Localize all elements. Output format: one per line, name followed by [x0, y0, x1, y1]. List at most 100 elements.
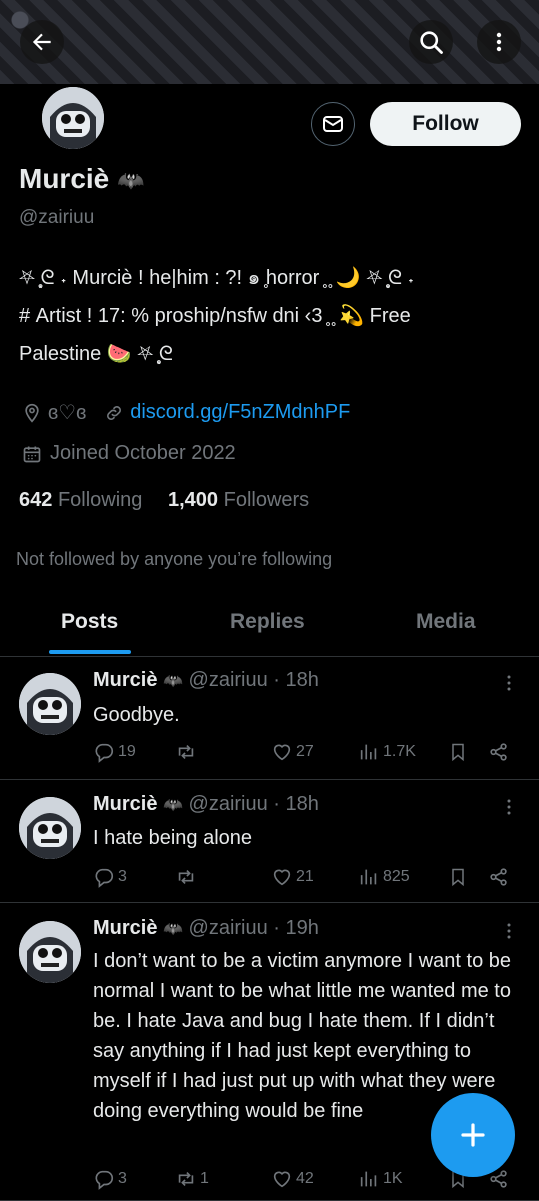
plus-icon — [461, 1123, 485, 1147]
reply-button[interactable]: 19 — [93, 738, 136, 766]
reply-count: 3 — [118, 1170, 127, 1187]
post-more-button[interactable] — [500, 673, 518, 693]
views-count: 825 — [383, 868, 410, 885]
share-button[interactable] — [488, 738, 510, 766]
following-link[interactable]: 642 Following — [19, 489, 142, 511]
avatar-image — [19, 673, 81, 735]
search-icon — [420, 31, 443, 54]
post-avatar[interactable] — [19, 797, 81, 859]
views-button[interactable]: 1.7K — [358, 738, 416, 766]
repost-button[interactable]: 1 — [175, 1165, 209, 1193]
reply-button[interactable]: 3 — [93, 863, 127, 891]
post-text: Goodbye. — [93, 704, 180, 726]
bookmark-button[interactable] — [448, 738, 468, 766]
views-button[interactable]: 1K — [358, 1165, 403, 1193]
followers-link[interactable]: 1,400 Followers — [168, 489, 309, 511]
profile-location: ɞ♡ɞ — [48, 402, 87, 424]
post-time[interactable]: · 18h — [273, 669, 319, 691]
following-count: 642 — [19, 489, 53, 511]
like-button[interactable]: 21 — [271, 863, 314, 891]
share-button[interactable] — [488, 863, 510, 891]
repost-icon — [178, 869, 194, 885]
reply-icon — [95, 868, 114, 888]
reply-count: 3 — [118, 868, 127, 885]
more-vertical-icon — [507, 675, 511, 691]
profile-banner[interactable] — [0, 0, 539, 84]
post-text: I hate being alone — [93, 827, 253, 849]
views-button[interactable]: 825 — [358, 863, 410, 891]
followers-count: 1,400 — [167, 489, 219, 511]
bookmark-icon — [452, 743, 464, 762]
like-button[interactable]: 27 — [271, 738, 314, 766]
avatar-image — [19, 797, 81, 859]
like-count: 42 — [296, 1170, 314, 1187]
like-count: 21 — [296, 868, 314, 885]
follow-button[interactable]: Follow — [370, 102, 521, 146]
post-avatar[interactable] — [19, 673, 81, 735]
tab-posts[interactable]: Posts — [61, 610, 118, 634]
reply-icon — [95, 1170, 114, 1190]
location-icon — [25, 403, 39, 423]
share-icon — [490, 743, 507, 761]
tab-media[interactable]: Media — [416, 610, 476, 634]
post-header: Murciè 🦇 @zairiuu · 18h — [93, 793, 319, 816]
post-avatar[interactable] — [19, 921, 81, 983]
more-options-button[interactable] — [477, 20, 521, 64]
repost-count: 1 — [200, 1170, 209, 1187]
profile-meta-row: ɞ♡ɞ discord.gg/F5nZMdnhPF — [22, 400, 350, 425]
link-icon — [107, 405, 122, 420]
post-more-button[interactable] — [500, 921, 518, 941]
profile-tabs: Posts Replies Media — [0, 598, 539, 657]
post-author-name[interactable]: Murciè — [93, 793, 157, 815]
following-label: Following — [57, 489, 143, 511]
back-button[interactable] — [20, 20, 64, 64]
post-more-button[interactable] — [500, 797, 518, 817]
mail-icon — [323, 116, 343, 132]
tab-replies[interactable]: Replies — [230, 610, 305, 634]
post-actions: 19 27 1.7K — [93, 738, 523, 766]
repost-icon — [178, 1171, 194, 1187]
profile-link[interactable]: discord.gg/F5nZMdnhPF — [130, 401, 350, 424]
bookmark-button[interactable] — [448, 863, 468, 891]
profile-handle: @zairiuu — [19, 207, 95, 228]
reply-button[interactable]: 3 — [93, 1165, 127, 1193]
repost-icon — [178, 744, 194, 760]
bookmark-icon — [452, 868, 464, 887]
more-vertical-icon — [496, 32, 502, 52]
more-vertical-icon — [507, 923, 511, 939]
active-tab-indicator — [49, 650, 131, 654]
like-icon — [273, 1171, 291, 1188]
share-icon — [490, 868, 507, 886]
avatar-image — [42, 87, 104, 149]
more-vertical-icon — [507, 799, 511, 815]
like-button[interactable]: 42 — [271, 1165, 314, 1193]
post-time[interactable]: · 18h — [273, 793, 319, 815]
post-header: Murciè 🦇 @zairiuu · 19h — [93, 917, 319, 940]
profile-name-text: Murciè — [19, 163, 110, 194]
post-item[interactable]: Murciè 🦇 @zairiuu · 18h I hate being alo… — [0, 780, 539, 903]
calendar-icon — [23, 446, 41, 462]
post-author-name[interactable]: Murciè — [93, 917, 157, 939]
search-button[interactable] — [409, 20, 453, 64]
compose-button[interactable] — [431, 1093, 515, 1177]
post-author-name[interactable]: Murciè — [93, 669, 157, 691]
bat-icon: 🦇 — [163, 921, 183, 938]
message-button[interactable] — [311, 102, 355, 146]
post-actions: 3 21 825 — [93, 863, 523, 891]
bat-icon: 🦇 — [117, 168, 145, 193]
post-item[interactable]: Murciè 🦇 @zairiuu · 18h Goodbye. 19 27 1… — [0, 657, 539, 780]
views-icon — [360, 744, 377, 760]
post-author-handle: @zairiuu — [188, 917, 268, 939]
post-time[interactable]: · 19h — [273, 917, 319, 939]
post-header: Murciè 🦇 @zairiuu · 18h — [93, 669, 319, 692]
like-icon — [273, 744, 291, 761]
repost-button[interactable] — [175, 738, 200, 766]
bat-icon: 🦇 — [163, 673, 183, 690]
views-count: 1.7K — [383, 743, 416, 760]
joined-date: Joined October 2022 — [50, 442, 236, 464]
bat-icon: 🦇 — [163, 797, 183, 814]
avatar-image — [19, 921, 81, 983]
reply-icon — [95, 743, 114, 763]
profile-avatar[interactable] — [39, 84, 107, 152]
repost-button[interactable] — [175, 863, 200, 891]
